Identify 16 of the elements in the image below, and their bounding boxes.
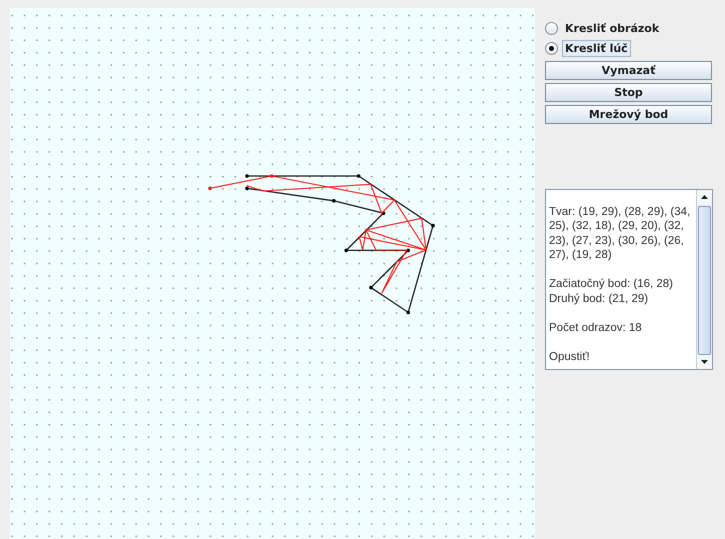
- action-button[interactable]: Mrežový bod: [545, 105, 712, 124]
- output-text: Počet odrazov: 18: [549, 320, 643, 335]
- output-text: Opustiť!: [549, 350, 591, 364]
- radio-label[interactable]: Kresliť lúč: [562, 40, 631, 56]
- output-text-area[interactable]: Tvar: (19, 29), (28, 29), (34, 25), (32, 18), (29, 20), (32, 23), (27, 23), (30, 26), (26, 27), (19, 28) Začiatočný bod: (16, 28) Druhý bod: (21, 29) Počet odrazov: 18 Opustiť!: [545, 189, 713, 370]
- radio-label[interactable]: Kresliť obrázok: [562, 20, 662, 36]
- scroll-down-icon[interactable]: [701, 360, 708, 364]
- radio-button[interactable]: [545, 42, 558, 54]
- action-button[interactable]: Vymazať: [545, 61, 712, 80]
- output-text: Tvar: (19, 29), (28, 29), (34, 25), (32, 18), (29, 20), (32, 23), (27, 23), (30, 26), (26, 27), (19, 28): [549, 204, 692, 262]
- radio-button[interactable]: [545, 22, 558, 34]
- output-text: Druhý bod: (21, 29): [549, 292, 650, 306]
- scrollbar[interactable]: [696, 190, 712, 369]
- scroll-up-icon[interactable]: [701, 195, 708, 199]
- output-text: Začiatočný bod: (16, 28): [549, 277, 674, 292]
- action-button[interactable]: Stop: [545, 83, 712, 102]
